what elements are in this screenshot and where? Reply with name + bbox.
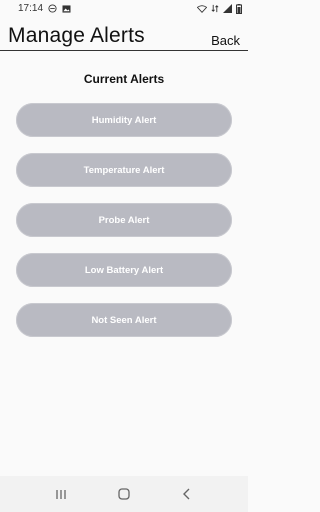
header: Manage Alerts Back	[0, 17, 248, 51]
low-battery-alert-button[interactable]: Low Battery Alert	[16, 253, 232, 287]
status-right	[197, 3, 242, 14]
battery-icon	[236, 3, 242, 14]
probe-alert-button[interactable]: Probe Alert	[16, 203, 232, 237]
home-icon[interactable]	[109, 479, 139, 509]
humidity-alert-button[interactable]: Humidity Alert	[16, 103, 232, 137]
image-icon	[62, 4, 71, 13]
signal-icon	[223, 4, 232, 13]
temperature-alert-button[interactable]: Temperature Alert	[16, 153, 232, 187]
page-title: Manage Alerts	[8, 24, 145, 47]
status-time: 17:14	[18, 3, 44, 14]
status-left: 17:14	[18, 3, 71, 14]
section-title: Current Alerts	[83, 72, 165, 86]
back-button[interactable]: Back	[211, 33, 240, 48]
status-bar: 17:14	[0, 0, 248, 17]
not-seen-alert-button[interactable]: Not Seen Alert	[16, 303, 232, 337]
do-not-disturb-icon	[48, 4, 57, 13]
recent-apps-icon[interactable]	[46, 479, 76, 509]
back-icon[interactable]	[172, 479, 202, 509]
data-sync-icon	[211, 4, 219, 13]
alert-list: Humidity Alert Temperature Alert Probe A…	[16, 103, 232, 337]
navigation-bar	[0, 476, 248, 512]
wifi-icon	[197, 4, 207, 13]
